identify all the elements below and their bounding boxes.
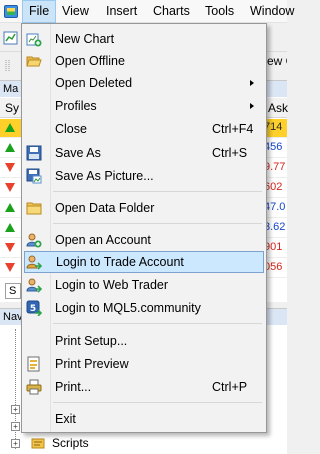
save-picture-icon <box>26 168 42 184</box>
menu-item-new-chart[interactable]: New Chart <box>24 28 264 50</box>
submenu-arrow-icon <box>250 103 254 109</box>
price-down-icon <box>5 263 15 272</box>
menu-item-label: Exit <box>55 412 76 426</box>
price-up-icon <box>5 123 15 132</box>
menu-item-label: Profiles <box>55 99 97 113</box>
menu-item-label: Open Data Folder <box>55 201 155 215</box>
menu-insert[interactable]: Insert <box>100 0 143 23</box>
menu-item-print[interactable]: Print... Ctrl+P <box>24 376 264 398</box>
tree-item-scripts[interactable]: Scripts <box>52 435 89 451</box>
menu-item-exit[interactable]: Exit <box>24 408 264 430</box>
menu-item-login-web-trader[interactable]: Login to Web Trader <box>24 274 264 296</box>
menu-charts[interactable]: Charts <box>147 0 196 23</box>
price-down-icon <box>5 243 15 252</box>
save-icon <box>26 145 42 161</box>
menu-item-open-data-folder[interactable]: Open Data Folder <box>24 197 264 219</box>
menu-item-login-trade-account[interactable]: Login to Trade Account <box>24 251 264 273</box>
new-chart-icon <box>26 33 42 47</box>
menu-item-close[interactable]: Close Ctrl+F4 <box>24 118 264 140</box>
ask-price: 9.77 <box>264 161 286 173</box>
tree-expand-icon[interactable]: + <box>11 405 20 414</box>
menu-view[interactable]: View <box>56 0 95 23</box>
submenu-arrow-icon <box>250 80 254 86</box>
tree-connector <box>15 329 16 449</box>
menu-item-label: Open an Account <box>55 233 151 247</box>
menu-item-label: Print... <box>55 380 92 394</box>
menu-item-label: Save As <box>55 146 101 160</box>
new-chart-toolbar-icon[interactable] <box>3 30 19 46</box>
print-preview-icon <box>27 356 40 372</box>
menu-item-label: Open Offline <box>55 54 125 68</box>
menu-item-shortcut: Ctrl+F4 <box>212 122 254 136</box>
menu-item-open-deleted[interactable]: Open Deleted <box>24 72 264 94</box>
menu-item-label: Save As Picture... <box>55 169 154 183</box>
menu-item-profiles[interactable]: Profiles <box>24 95 264 117</box>
open-folder-icon <box>26 56 42 67</box>
menu-item-login-mql5[interactable]: 5 Login to MQL5.community <box>24 297 264 319</box>
open-account-icon <box>26 233 42 248</box>
toolbar-new-order-fragment[interactable]: ew C <box>267 54 287 68</box>
price-down-icon <box>5 163 15 172</box>
menu-separator <box>53 223 262 224</box>
menu-separator <box>53 191 262 192</box>
web-trader-icon <box>26 278 42 293</box>
menu-item-label: Close <box>55 122 87 136</box>
menu-item-label: Login to MQL5.community <box>55 301 201 315</box>
price-up-icon <box>5 143 15 152</box>
menu-item-open-account[interactable]: Open an Account <box>24 229 264 251</box>
menu-item-label: Print Preview <box>55 357 129 371</box>
login-trade-icon <box>26 255 42 270</box>
menu-item-print-preview[interactable]: Print Preview <box>24 353 264 375</box>
price-down-icon <box>5 183 15 192</box>
ask-price: 47.0 <box>264 201 286 213</box>
menu-tools[interactable]: Tools <box>199 0 240 23</box>
mql5-icon: 5 <box>26 300 42 316</box>
menu-item-print-setup[interactable]: Print Setup... <box>24 330 264 352</box>
file-menu: New Chart Open Offline Open Deleted Prof… <box>21 23 267 433</box>
menu-item-label: New Chart <box>55 32 115 46</box>
menu-item-label: Print Setup... <box>55 334 128 348</box>
menu-item-label: Open Deleted <box>55 76 133 90</box>
menu-item-label: Login to Web Trader <box>55 278 169 292</box>
menu-separator <box>53 323 262 324</box>
ask-column-header[interactable]: Ask <box>268 98 288 118</box>
menu-item-save-as-picture[interactable]: Save As Picture... <box>24 165 264 187</box>
print-icon <box>26 379 42 395</box>
folder-icon <box>26 202 42 215</box>
menu-item-save-as[interactable]: Save As Ctrl+S <box>24 142 264 164</box>
menu-item-open-offline[interactable]: Open Offline <box>24 50 264 72</box>
scripts-icon <box>31 438 45 449</box>
grip-icon <box>5 60 10 72</box>
symbol-column-header[interactable]: Sy <box>5 98 19 118</box>
menu-item-label: Login to Trade Account <box>56 255 184 269</box>
ask-price: 456 <box>264 141 283 153</box>
menu-item-shortcut: Ctrl+P <box>212 380 248 394</box>
menu-file[interactable]: File <box>22 0 57 23</box>
menu-window[interactable]: Window <box>244 0 300 23</box>
market-watch-tab[interactable]: S <box>5 283 21 299</box>
price-up-icon <box>5 203 15 212</box>
price-up-icon <box>5 223 15 232</box>
ask-price: 901 <box>264 241 283 253</box>
app-icon <box>4 5 18 18</box>
ask-price: 3.62 <box>264 221 286 233</box>
tree-expand-icon[interactable]: + <box>11 439 20 448</box>
menu-separator <box>53 402 262 403</box>
ask-price: 056 <box>264 261 283 273</box>
ask-price: 714 <box>264 121 283 133</box>
menu-item-shortcut: Ctrl+S <box>212 146 248 160</box>
menu-bar: File View Insert Charts Tools Window <box>0 0 294 23</box>
ask-price: 602 <box>264 181 283 193</box>
tree-expand-icon[interactable]: + <box>11 422 20 431</box>
